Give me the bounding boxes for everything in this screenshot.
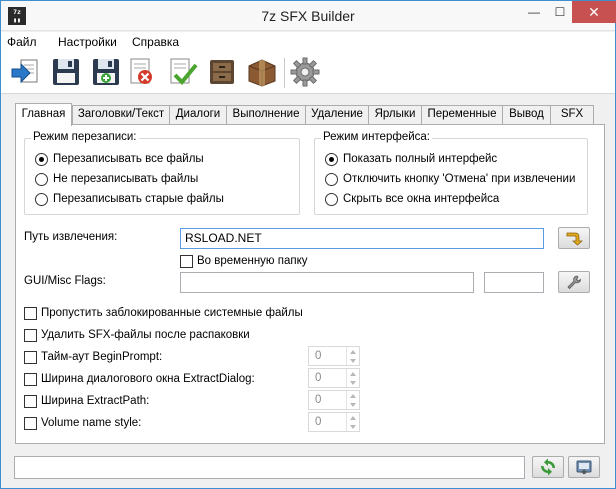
- sfx-build-icon: [576, 460, 592, 475]
- refresh-icon: [541, 458, 555, 476]
- app-window: 7z ▮▮ 7z SFX Builder — ☐ ✕ Файл Настройки…: [0, 0, 616, 489]
- beginprompt-timeout-option[interactable]: Тайм-аут BeginPrompt:: [24, 349, 162, 365]
- checkbox[interactable]: [24, 416, 37, 430]
- interface-mode-title: Режим интерфейса:: [321, 131, 432, 143]
- gui-flags-tool-button[interactable]: [558, 271, 590, 293]
- checkbox[interactable]: [24, 372, 37, 386]
- extractpath-width-spinner[interactable]: 0: [308, 390, 360, 410]
- tab-delete[interactable]: Удаление: [305, 105, 369, 124]
- overwrite-all-option[interactable]: Перезаписывать все файлы: [35, 151, 204, 167]
- build-sfx-button[interactable]: [568, 456, 600, 478]
- gui-flags-label: GUI/Misc Flags:: [24, 275, 106, 287]
- floppy-add-icon: [93, 59, 119, 85]
- checkmark-document-icon: [170, 58, 198, 85]
- tab-dialogs[interactable]: Диалоги: [169, 105, 227, 124]
- spin-up-icon[interactable]: [347, 369, 359, 378]
- radio[interactable]: [35, 172, 48, 186]
- tab-panel-main: Режим перезаписи: Перезаписывать все фай…: [15, 124, 605, 444]
- tab-output[interactable]: Вывод: [502, 105, 551, 124]
- title-bar[interactable]: 7z ▮▮ 7z SFX Builder — ☐ ✕: [1, 1, 616, 31]
- menu-settings[interactable]: Настройки: [58, 35, 117, 49]
- check-button[interactable]: [165, 55, 199, 89]
- delete-document-icon: [130, 58, 152, 84]
- checkbox[interactable]: [24, 394, 37, 408]
- save-button[interactable]: [49, 55, 83, 89]
- radio[interactable]: [325, 192, 338, 206]
- gui-flags-secondary-input[interactable]: [484, 272, 544, 293]
- spin-down-icon[interactable]: [347, 400, 359, 409]
- archive-box-icon: [248, 59, 276, 87]
- gear-icon: [290, 57, 320, 87]
- build-archive-button[interactable]: [205, 55, 239, 89]
- full-interface-option[interactable]: Показать полный интерфейс: [325, 151, 497, 167]
- close-button[interactable]: ✕: [572, 1, 616, 23]
- menu-help[interactable]: Справка: [132, 35, 179, 49]
- toolbar: [1, 52, 615, 94]
- extract-path-label: Путь извлечения:: [24, 231, 118, 243]
- extractpath-width-option[interactable]: Ширина ExtractPath:: [24, 393, 149, 409]
- extractdialog-width-option[interactable]: Ширина диалогового окна ExtractDialog:: [24, 371, 255, 387]
- save-new-button[interactable]: [89, 55, 123, 89]
- overwrite-mode-group: Режим перезаписи: Перезаписывать все фай…: [24, 131, 300, 215]
- overwrite-none-option[interactable]: Не перезаписывать файлы: [35, 171, 198, 187]
- disable-cancel-option[interactable]: Отключить кнопку 'Отмена' при извлечении: [325, 171, 575, 187]
- beginprompt-timeout-spinner[interactable]: 0: [308, 346, 360, 366]
- spin-down-icon[interactable]: [347, 422, 359, 431]
- open-button[interactable]: [9, 55, 43, 89]
- archive-box-button[interactable]: [245, 55, 279, 89]
- gui-flags-input[interactable]: [180, 272, 474, 293]
- settings-button[interactable]: [288, 55, 322, 89]
- skip-locked-files-option[interactable]: Пропустить заблокированные системные фай…: [24, 305, 303, 321]
- delete-button[interactable]: [125, 55, 159, 89]
- tab-variables[interactable]: Переменные: [421, 105, 503, 124]
- volume-name-style-option[interactable]: Volume name style:: [24, 415, 141, 431]
- tab-strip: Главная Заголовки/Текст Диалоги Выполнен…: [15, 103, 605, 126]
- tab-shortcuts[interactable]: Ярлыки: [368, 105, 422, 124]
- checkbox[interactable]: [24, 350, 37, 364]
- interface-mode-group: Режим интерфейса: Показать полный интерф…: [314, 131, 588, 215]
- toolbar-separator: [284, 58, 285, 88]
- browse-path-button[interactable]: [558, 227, 590, 249]
- archive-cabinet-icon: [210, 60, 234, 84]
- open-icon: [11, 59, 38, 84]
- radio-selected[interactable]: [35, 152, 48, 166]
- volume-name-style-spinner[interactable]: 0: [308, 412, 360, 432]
- minimize-button[interactable]: —: [522, 1, 546, 23]
- radio-selected[interactable]: [325, 152, 338, 166]
- overwrite-mode-title: Режим перезаписи:: [31, 131, 139, 143]
- extractdialog-width-spinner[interactable]: 0: [308, 368, 360, 388]
- spin-down-icon[interactable]: [347, 356, 359, 365]
- spin-up-icon[interactable]: [347, 391, 359, 400]
- delete-sfx-files-option[interactable]: Удалить SFX-файлы после распаковки: [24, 327, 250, 343]
- tab-headers-text[interactable]: Заголовки/Текст: [72, 105, 170, 124]
- maximize-button[interactable]: ☐: [548, 1, 572, 23]
- floppy-icon: [53, 59, 79, 85]
- overwrite-older-option[interactable]: Перезаписывать старые файлы: [35, 191, 224, 207]
- menu-file[interactable]: Файл: [7, 35, 37, 49]
- hide-windows-option[interactable]: Скрыть все окна интерфейса: [325, 191, 499, 207]
- wrench-icon: [567, 275, 581, 290]
- checkbox[interactable]: [24, 328, 37, 342]
- spin-up-icon[interactable]: [347, 413, 359, 422]
- spin-down-icon[interactable]: [347, 378, 359, 387]
- tab-sfx[interactable]: SFX: [550, 105, 594, 124]
- output-path-input[interactable]: [14, 456, 525, 479]
- refresh-button[interactable]: [532, 456, 564, 478]
- arrow-return-icon: [566, 232, 583, 246]
- temp-folder-checkbox[interactable]: [180, 254, 193, 268]
- menu-bar: Файл Настройки Справка: [1, 32, 615, 52]
- temp-folder-checkbox-row[interactable]: Во временную папку: [180, 253, 308, 269]
- tab-execution[interactable]: Выполнение: [226, 105, 306, 124]
- extract-path-input[interactable]: RSLOAD.NET: [180, 228, 544, 249]
- tab-main[interactable]: Главная: [15, 103, 72, 126]
- spin-up-icon[interactable]: [347, 347, 359, 356]
- radio[interactable]: [35, 192, 48, 206]
- checkbox[interactable]: [24, 306, 37, 320]
- radio[interactable]: [325, 172, 338, 186]
